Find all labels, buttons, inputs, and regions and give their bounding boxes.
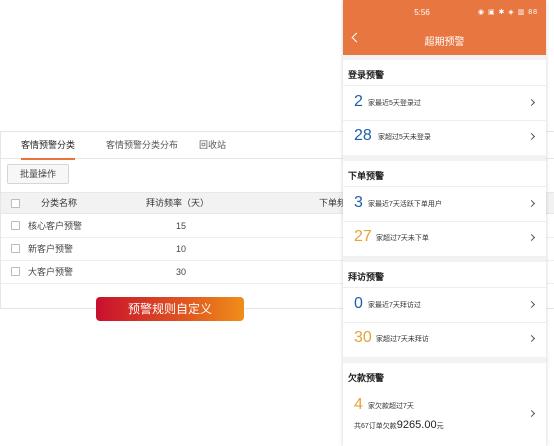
chevron-right-icon [527, 132, 536, 141]
column-frequency-header: 拜访频率（天） [146, 198, 210, 208]
divider [343, 186, 546, 187]
select-all-checkbox[interactable] [11, 199, 20, 208]
list-item[interactable]: 2 家最近5天登录过 [343, 85, 546, 120]
item-text: 家最近5天登录过 [368, 100, 421, 107]
debt-summary-prefix: 共67订单欠款 [354, 423, 397, 430]
page-title: 超期预警 [424, 37, 465, 48]
row-checkbox[interactable] [11, 244, 20, 253]
list-item[interactable]: 0 家最近7天拜访过 [343, 287, 546, 322]
phone-header: 5:56 ◉ ▣ ✱ ◈ ▥ 88 超期预警 [343, 0, 546, 55]
debt-summary-suffix: 元 [436, 423, 444, 430]
debt-summary: 共67订单欠款9265.00元 [354, 419, 444, 431]
custom-rule-banner: 预警规则自定义 [96, 297, 244, 321]
list-item[interactable]: 27 家超过7天未下单 [343, 221, 546, 256]
item-text: 家超过5天未登录 [378, 134, 431, 141]
row-frequency: 15 [176, 221, 187, 231]
item-count: 0 [354, 295, 363, 312]
item-count: 28 [354, 127, 372, 144]
divider [343, 85, 546, 86]
row-checkbox[interactable] [11, 267, 20, 276]
row-name: 新客户预警 [28, 244, 74, 254]
row-checkbox[interactable] [11, 221, 20, 230]
tab-warning-distribution[interactable]: 客情预警分类分布 [106, 132, 178, 159]
chevron-right-icon [527, 98, 536, 107]
item-text: 家最近7天活跃下单用户 [368, 201, 442, 208]
batch-operation-button[interactable]: 批量操作 [7, 164, 69, 184]
divider [343, 287, 546, 288]
chevron-right-icon [527, 199, 536, 208]
list-item[interactable]: 4 家欠款超过7天 共67订单欠款9265.00元 [343, 388, 546, 446]
tab-warning-category[interactable]: 客情预警分类 [21, 132, 76, 160]
item-text: 家最近7天拜访过 [368, 302, 421, 309]
login-warning-card: 登录预警 2 家最近5天登录过 28 家超过5天未登录 [343, 60, 546, 155]
item-count: 3 [354, 194, 363, 211]
row-frequency: 30 [176, 267, 187, 277]
mobile-overdue-warning-screen: 5:56 ◉ ▣ ✱ ◈ ▥ 88 超期预警 登录预警 2 家最近5天登录过 2… [343, 0, 546, 446]
visit-warning-card: 拜访预警 0 家最近7天拜访过 30 家超过7天未拜访 [343, 262, 546, 357]
debt-warning-card: 欠款预警 4 家欠款超过7天 共67订单欠款9265.00元 [343, 363, 546, 446]
column-order-header: 下单频 [319, 198, 347, 208]
list-item[interactable]: 3 家最近7天活跃下单用户 [343, 186, 546, 221]
section-title: 下单预警 [348, 171, 385, 181]
row-name: 大客户预警 [28, 267, 74, 277]
row-frequency: 10 [176, 244, 187, 254]
item-count: 2 [354, 93, 363, 110]
item-count: 27 [354, 228, 372, 245]
list-item[interactable]: 30 家超过7天未拜访 [343, 322, 546, 357]
item-text: 家欠款超过7天 [368, 403, 414, 410]
item-text: 家超过7天未下单 [376, 235, 429, 242]
list-item[interactable]: 28 家超过5天未登录 [343, 120, 546, 155]
section-title: 拜访预警 [348, 272, 385, 282]
column-name-header: 分类名称 [41, 198, 78, 208]
chevron-right-icon [527, 233, 536, 242]
section-title: 登录预警 [348, 70, 385, 80]
divider [343, 120, 546, 121]
divider [343, 322, 546, 323]
item-count: 30 [354, 329, 372, 346]
order-warning-card: 下单预警 3 家最近7天活跃下单用户 27 家超过7天未下单 [343, 161, 546, 256]
item-count: 4 [354, 396, 363, 413]
chevron-right-icon [527, 334, 536, 343]
status-icons: ◉ ▣ ✱ ◈ ▥ 88 [477, 9, 538, 16]
chevron-right-icon [527, 300, 536, 309]
divider [343, 221, 546, 222]
section-title: 欠款预警 [348, 373, 385, 383]
item-text: 家超过7天未拜访 [376, 336, 429, 343]
debt-amount: 9265.00 [396, 419, 437, 431]
chevron-right-icon [527, 409, 536, 418]
tab-recycle-bin[interactable]: 回收站 [199, 132, 226, 159]
row-name: 核心客户预警 [28, 221, 83, 231]
